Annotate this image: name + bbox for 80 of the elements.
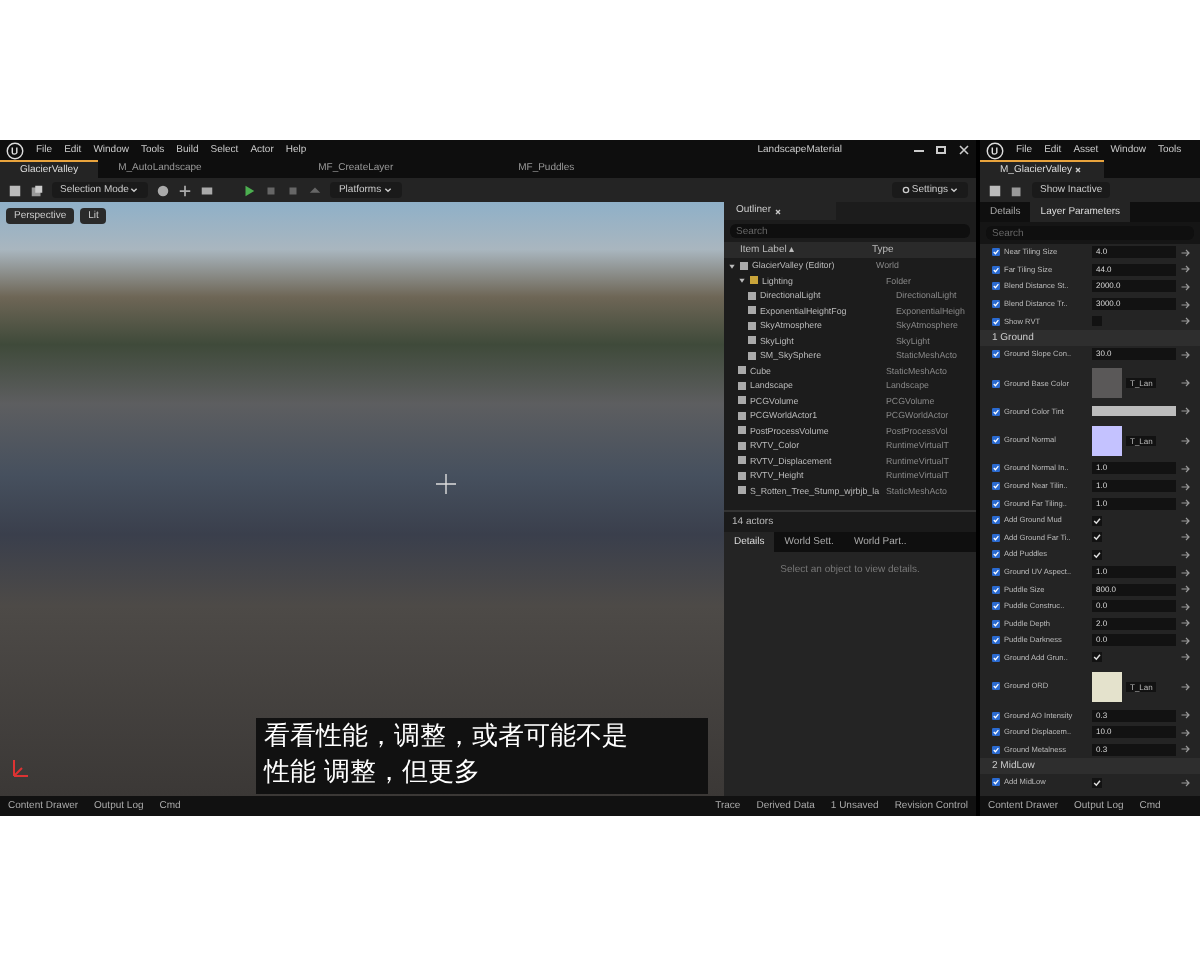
color-swatch[interactable] <box>1092 406 1176 417</box>
minimize-icon[interactable] <box>914 149 924 151</box>
override-checkbox[interactable] <box>992 516 1000 525</box>
reset-icon[interactable] <box>1180 281 1192 292</box>
reset-icon[interactable] <box>1180 549 1192 560</box>
override-checkbox[interactable] <box>992 533 1000 542</box>
override-checkbox[interactable] <box>992 550 1000 559</box>
override-checkbox[interactable] <box>992 436 1000 445</box>
reset-icon[interactable] <box>1180 481 1192 492</box>
maximize-icon[interactable] <box>936 146 946 154</box>
override-checkbox[interactable] <box>992 602 1000 611</box>
override-checkbox[interactable] <box>992 728 1000 737</box>
override-checkbox[interactable] <box>992 248 1000 257</box>
param-checkbox[interactable] <box>1092 777 1102 788</box>
override-checkbox[interactable] <box>992 585 1000 594</box>
reset-icon[interactable] <box>1180 349 1192 360</box>
logo-icon <box>6 141 24 159</box>
reset-icon[interactable] <box>1180 652 1192 663</box>
reset-icon[interactable] <box>1180 435 1192 446</box>
crosshair-icon <box>436 474 456 494</box>
caret-icon <box>130 186 139 194</box>
reset-icon[interactable] <box>1180 567 1192 578</box>
settings-icon <box>901 186 910 194</box>
override-checkbox[interactable] <box>992 778 1000 787</box>
reset-icon[interactable] <box>1180 744 1192 755</box>
param-checkbox[interactable] <box>1092 549 1102 560</box>
logo-icon <box>986 141 1004 159</box>
reset-icon[interactable] <box>1180 316 1192 327</box>
caret-icon <box>383 186 392 194</box>
override-checkbox[interactable] <box>992 619 1000 628</box>
reset-icon[interactable] <box>1180 406 1192 417</box>
param-checkbox[interactable] <box>1092 316 1102 327</box>
reset-icon[interactable] <box>1180 710 1192 721</box>
reset-icon[interactable] <box>1180 635 1192 646</box>
reset-icon[interactable] <box>1180 727 1192 738</box>
reset-icon[interactable] <box>1180 618 1192 629</box>
reset-icon[interactable] <box>1180 601 1192 612</box>
override-checkbox[interactable] <box>992 499 1000 508</box>
override-checkbox[interactable] <box>992 653 1000 662</box>
reset-icon[interactable] <box>1180 532 1192 543</box>
reset-icon[interactable] <box>1180 264 1192 275</box>
texture-thumbnail[interactable] <box>1092 671 1122 702</box>
override-checkbox[interactable] <box>992 568 1000 577</box>
reset-icon[interactable] <box>1180 777 1192 788</box>
stop-icon[interactable] <box>286 183 301 197</box>
reset-icon[interactable] <box>1180 498 1192 509</box>
override-checkbox[interactable] <box>992 711 1000 720</box>
reset-icon[interactable] <box>1180 515 1192 526</box>
override-checkbox[interactable] <box>992 682 1000 691</box>
reset-icon[interactable] <box>1180 584 1192 595</box>
play-icon[interactable] <box>242 183 257 197</box>
close-icon[interactable] <box>773 207 782 215</box>
override-checkbox[interactable] <box>992 350 1000 359</box>
override-checkbox[interactable] <box>992 636 1000 645</box>
texture-thumbnail[interactable] <box>1092 425 1122 456</box>
save-icon[interactable] <box>8 183 22 197</box>
caret-icon <box>950 186 958 194</box>
param-checkbox[interactable] <box>1092 652 1102 663</box>
axis-gizmo-icon <box>8 756 32 780</box>
override-checkbox[interactable] <box>992 379 1000 388</box>
reset-icon[interactable] <box>1180 463 1192 474</box>
reset-icon[interactable] <box>1180 378 1192 389</box>
override-checkbox[interactable] <box>992 407 1000 416</box>
param-checkbox[interactable] <box>1092 532 1102 543</box>
param-checkbox[interactable] <box>1092 515 1102 526</box>
reset-icon[interactable] <box>1180 681 1192 692</box>
override-checkbox[interactable] <box>992 265 1000 274</box>
close-icon[interactable] <box>1074 165 1083 174</box>
override-checkbox[interactable] <box>992 282 1000 291</box>
override-checkbox[interactable] <box>992 464 1000 473</box>
reset-icon[interactable] <box>1180 299 1192 310</box>
override-checkbox[interactable] <box>992 300 1000 309</box>
reset-icon[interactable] <box>1180 247 1192 258</box>
close-icon[interactable] <box>958 144 970 156</box>
subtitle-caption: 看看性能，调整，或者可能不是 性能 调整，但更多 <box>256 718 708 794</box>
override-checkbox[interactable] <box>992 317 1000 326</box>
override-checkbox[interactable] <box>992 745 1000 754</box>
override-checkbox[interactable] <box>992 482 1000 491</box>
texture-thumbnail[interactable] <box>1092 368 1122 399</box>
save-icon[interactable] <box>988 183 1002 197</box>
